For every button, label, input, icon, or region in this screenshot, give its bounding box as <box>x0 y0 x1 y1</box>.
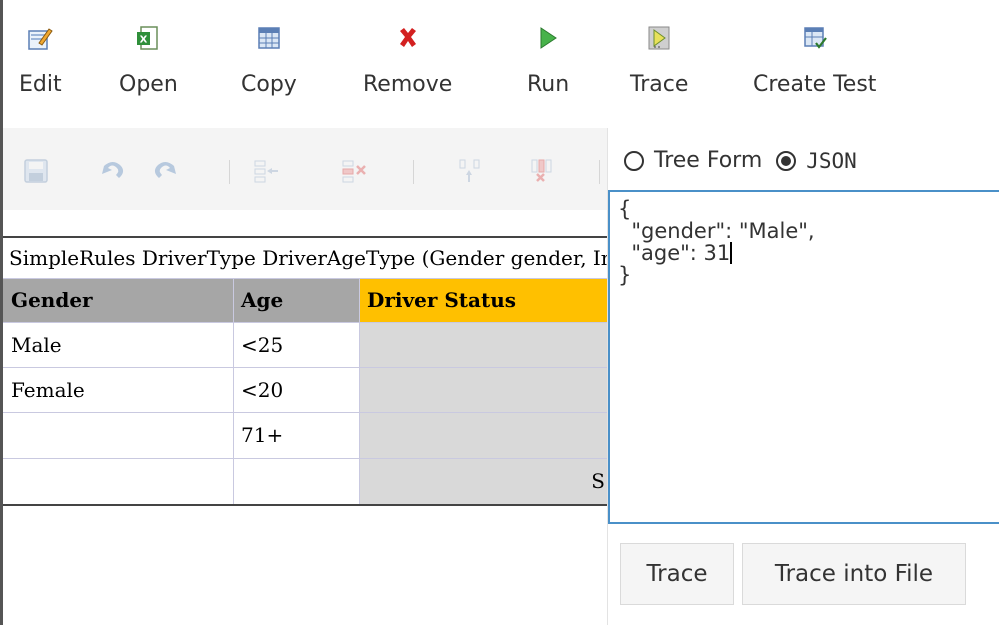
insert-row-icon[interactable] <box>253 158 279 188</box>
remove-label: Remove <box>363 72 453 97</box>
json-line: "gender": "Male", <box>618 219 815 243</box>
grid-line <box>233 278 234 504</box>
header-driver-status[interactable]: Driver Status <box>359 278 607 322</box>
edit-toolbar <box>3 128 607 210</box>
create-test-icon <box>802 18 828 58</box>
table-cell[interactable] <box>359 412 607 458</box>
json-line: { <box>618 197 632 221</box>
copy-table-icon <box>256 18 282 58</box>
table-cell[interactable] <box>359 322 607 367</box>
input-mode-selector: Tree Form JSON <box>624 148 857 173</box>
table-cell[interactable] <box>359 367 607 412</box>
remove-button[interactable]: Remove <box>363 18 452 97</box>
trace-input-panel: Tree Form JSON { "gender": "Male", "age"… <box>607 128 999 625</box>
run-button[interactable]: Run <box>527 18 569 97</box>
trace-button[interactable]: Trace <box>630 18 688 97</box>
copy-button[interactable]: Copy <box>241 18 297 97</box>
text-cursor <box>730 242 732 264</box>
json-line: } <box>618 263 632 287</box>
grid-line <box>3 412 607 413</box>
delete-row-icon[interactable] <box>341 158 367 188</box>
save-icon[interactable] <box>23 158 49 188</box>
json-line-text: "age": 31 <box>618 241 731 265</box>
toolbar-separator <box>229 160 230 184</box>
open-label: Open <box>119 72 178 97</box>
svg-text:X: X <box>140 35 148 46</box>
table-cell[interactable] <box>233 458 359 504</box>
table-cell[interactable] <box>3 412 233 458</box>
copy-label: Copy <box>241 72 297 97</box>
json-line: "age": 31 <box>618 242 992 264</box>
decision-table: SimpleRules DriverType DriverAgeType (Ge… <box>3 236 607 506</box>
redo-icon[interactable] <box>151 158 179 188</box>
grid-line <box>359 278 360 504</box>
grid-line <box>3 278 607 279</box>
toolbar-separator <box>599 160 600 184</box>
radio-selected-dot <box>781 155 792 166</box>
main-toolbar: Edit X Open Copy Remove Run Trace Create… <box>3 0 999 128</box>
edit-icon <box>27 18 54 58</box>
table-cell[interactable] <box>3 458 233 504</box>
undo-icon[interactable] <box>99 158 127 188</box>
create-test-label: Create Test <box>753 72 877 97</box>
excel-icon: X <box>135 18 161 58</box>
delete-column-icon[interactable] <box>529 158 555 188</box>
header-gender[interactable]: Gender <box>3 278 233 322</box>
insert-column-icon[interactable] <box>457 158 483 188</box>
grid-line <box>3 458 607 459</box>
trace-into-file-button[interactable]: Trace into File <box>742 543 966 605</box>
table-bottom-border <box>3 504 607 506</box>
tree-form-label[interactable]: Tree Form <box>654 148 762 173</box>
table-cell[interactable]: S <box>359 458 607 504</box>
table-cell[interactable]: Male <box>3 322 233 367</box>
tree-form-radio[interactable] <box>624 150 644 171</box>
trace-icon <box>646 18 672 58</box>
open-button[interactable]: X Open <box>119 18 178 97</box>
table-cell[interactable]: Female <box>3 367 233 412</box>
table-cell[interactable]: 71+ <box>233 412 359 458</box>
trace-label: Trace <box>630 72 689 97</box>
table-signature[interactable]: SimpleRules DriverType DriverAgeType (Ge… <box>3 238 607 278</box>
header-age[interactable]: Age <box>233 278 359 322</box>
edit-label: Edit <box>19 72 62 97</box>
edit-button[interactable]: Edit <box>19 18 62 97</box>
json-radio[interactable] <box>776 150 797 171</box>
table-cell[interactable]: <20 <box>233 367 359 412</box>
json-label[interactable]: JSON <box>806 149 857 173</box>
toolbar-separator <box>413 160 414 184</box>
grid-line <box>3 322 607 323</box>
run-label: Run <box>527 72 570 97</box>
run-play-icon <box>535 18 561 58</box>
table-cell[interactable]: <25 <box>233 322 359 367</box>
run-trace-button[interactable]: Trace <box>620 543 734 605</box>
remove-x-icon <box>395 18 421 58</box>
json-input-editor[interactable]: { "gender": "Male", "age": 31 } <box>608 190 999 524</box>
create-test-button[interactable]: Create Test <box>753 18 876 97</box>
grid-line <box>3 367 607 368</box>
